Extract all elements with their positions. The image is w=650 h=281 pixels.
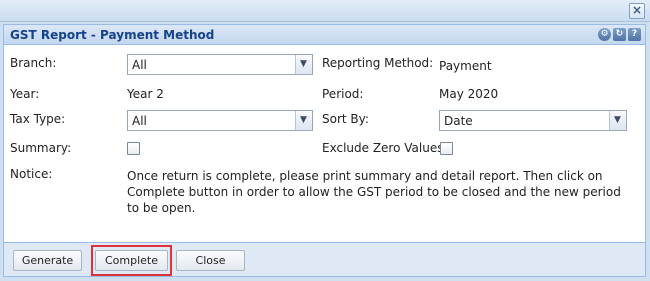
reporting-method-value: Payment [439,59,492,73]
sort-by-dropdown-trigger[interactable]: ▼ [609,111,626,130]
panel-title: GST Report - Payment Method [10,28,215,42]
window-close-button[interactable]: × [629,3,645,19]
gst-report-panel: GST Report - Payment Method ⚙ ↻ ? Branch… [3,24,646,277]
notice-label: Notice: [10,167,53,181]
branch-dropdown-trigger[interactable]: ▼ [295,55,312,74]
tax-type-select-value: All [132,114,147,128]
year-label: Year: [10,87,40,101]
sort-by-select[interactable]: Date ▼ [439,110,627,131]
tax-type-select[interactable]: All ▼ [127,110,313,131]
report-form: Branch: All ▼ Reporting Method: Payment … [4,46,645,242]
exclude-zero-label: Exclude Zero Values: [322,141,448,155]
button-toolbar: Generate Complete Close [4,242,645,276]
branch-label: Branch: [10,56,57,70]
notice-text: Once return is complete, please print su… [127,169,621,215]
sort-by-label: Sort By: [322,112,369,126]
summary-checkbox[interactable] [127,142,140,155]
summary-label: Summary: [10,141,72,155]
generate-button[interactable]: Generate [13,250,82,271]
chevron-down-icon: ▼ [300,59,307,69]
year-value: Year 2 [127,87,164,101]
chevron-down-icon: ▼ [300,115,307,125]
tax-type-dropdown-trigger[interactable]: ▼ [295,111,312,130]
branch-select[interactable]: All ▼ [127,54,313,75]
chevron-down-icon: ▼ [614,115,621,125]
gear-icon[interactable]: ⚙ [598,28,611,41]
sort-by-select-value: Date [444,114,473,128]
period-value: May 2020 [439,87,499,101]
window-titlebar: × [0,0,650,22]
help-icon[interactable]: ? [628,28,641,41]
complete-button-highlight [91,245,172,276]
branch-select-value: All [132,58,147,72]
period-label: Period: [322,87,364,101]
tax-type-label: Tax Type: [10,112,66,126]
close-button[interactable]: Close [176,250,245,271]
refresh-icon[interactable]: ↻ [613,28,626,41]
reporting-method-label: Reporting Method: [322,56,434,70]
panel-header: GST Report - Payment Method ⚙ ↻ ? [4,25,645,45]
exclude-zero-checkbox[interactable] [440,142,453,155]
